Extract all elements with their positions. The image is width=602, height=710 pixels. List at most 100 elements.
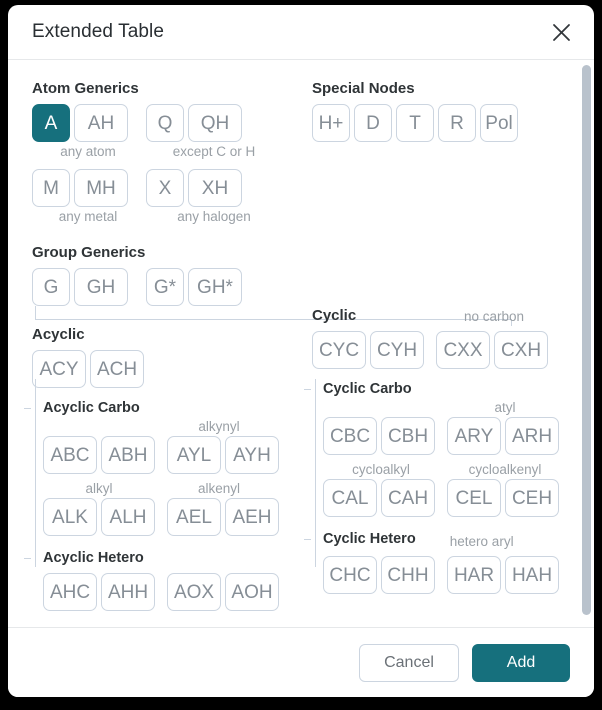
atom-generics-row-2: M MH X XH	[32, 169, 312, 207]
chip-CXX[interactable]: CXX	[436, 331, 490, 369]
chip-HAH[interactable]: HAH	[505, 556, 559, 594]
atom-generics-row-1-captions: any atom except C or H	[32, 142, 312, 161]
caption-cycloalkyl: cycloalkyl	[352, 462, 410, 477]
caption-alkyl: alkyl	[85, 481, 113, 496]
chip-CYC[interactable]: CYC	[312, 331, 366, 369]
chip-H-plus[interactable]: H+	[312, 104, 350, 142]
cyclic-carbo-row-2: CAL CAH CEL CEH	[323, 479, 570, 517]
caption-alkenyl: alkenyl	[197, 481, 241, 496]
atom-generics-row-1: A AH Q QH	[32, 104, 312, 142]
chip-CBC[interactable]: CBC	[323, 417, 377, 455]
chip-ACH[interactable]: ACH	[90, 350, 144, 388]
chip-ALK[interactable]: ALK	[43, 498, 97, 536]
chip-AHH[interactable]: AHH	[101, 573, 155, 611]
close-icon	[552, 23, 571, 42]
scrollbar-track[interactable]	[582, 63, 591, 624]
acyclic-carbo-row-2: ALK ALH AEL AEH	[43, 498, 312, 536]
section-acyclic: Acyclic ACY ACH Acyclic Carbo alkynyl AB…	[24, 326, 312, 611]
chip-Pol[interactable]: Pol	[480, 104, 518, 142]
chip-CEH[interactable]: CEH	[505, 479, 559, 517]
chip-CAH[interactable]: CAH	[381, 479, 435, 517]
acyclic-title: Acyclic	[32, 326, 85, 343]
caption-alkynyl: alkynyl	[198, 419, 240, 434]
chip-GH[interactable]: GH	[74, 268, 128, 306]
chip-AEH[interactable]: AEH	[225, 498, 279, 536]
tree-branch-acyclic-carbo	[24, 408, 31, 409]
atom-generics-row-2-captions: any metal any halogen	[32, 207, 312, 226]
caption-hetero-aryl: hetero aryl	[449, 534, 514, 549]
chip-AYL[interactable]: AYL	[167, 436, 221, 474]
chip-MH[interactable]: MH	[74, 169, 128, 207]
chip-XH[interactable]: XH	[188, 169, 242, 207]
close-button[interactable]	[546, 17, 576, 47]
group-generics-title: Group Generics	[32, 244, 146, 261]
chip-M[interactable]: M	[32, 169, 70, 207]
dialog-header: Extended Table	[8, 5, 594, 60]
chip-G[interactable]: G	[32, 268, 70, 306]
scrollbar-thumb[interactable]	[582, 65, 591, 615]
chip-R[interactable]: R	[438, 104, 476, 142]
chip-G-star[interactable]: G*	[146, 268, 184, 306]
subsection-acyclic-carbo: Acyclic Carbo alkynyl ABC ABH AYL AYH al…	[24, 398, 312, 536]
chip-GH-star[interactable]: GH*	[188, 268, 242, 306]
chip-ACY[interactable]: ACY	[32, 350, 86, 388]
chip-QH[interactable]: QH	[188, 104, 242, 142]
chip-CBH[interactable]: CBH	[381, 417, 435, 455]
caption-atyl: atyl	[494, 400, 516, 415]
chip-A[interactable]: A	[32, 104, 70, 142]
section-group-generics: Group Generics G GH G* GH*	[32, 244, 570, 306]
chip-ABH[interactable]: ABH	[101, 436, 155, 474]
chip-X[interactable]: X	[146, 169, 184, 207]
section-cyclic: no carbon Cyclic CYC CYH CXX CXH Cyclic …	[304, 307, 570, 611]
chip-AH[interactable]: AH	[74, 104, 128, 142]
group-generics-row: G GH G* GH*	[32, 268, 570, 306]
cyclic-carbo-row-1: CBC CBH ARY ARH	[323, 417, 570, 455]
chip-AYH[interactable]: AYH	[225, 436, 279, 474]
cyclic-hetero-title: Cyclic Hetero	[323, 531, 416, 547]
chip-AEL[interactable]: AEL	[167, 498, 221, 536]
special-nodes-title: Special Nodes	[312, 80, 415, 97]
chip-AOH[interactable]: AOH	[225, 573, 279, 611]
caption-spacer-3	[323, 399, 439, 417]
chip-CHH[interactable]: CHH	[381, 556, 435, 594]
chip-ARH[interactable]: ARH	[505, 417, 559, 455]
tree-vline-root	[35, 306, 36, 320]
chip-CXH[interactable]: CXH	[494, 331, 548, 369]
chip-T[interactable]: T	[396, 104, 434, 142]
chip-HAR[interactable]: HAR	[447, 556, 501, 594]
caption-any-metal: any metal	[58, 209, 118, 224]
tree-branch-cyclic-hetero	[304, 539, 311, 540]
tree-branch-cyclic-carbo	[304, 389, 311, 390]
chip-CYH[interactable]: CYH	[370, 331, 424, 369]
section-special-nodes: Special Nodes H+ D T R Pol	[312, 80, 570, 226]
chip-ABC[interactable]: ABC	[43, 436, 97, 474]
acyclic-hetero-row-1: AHC AHH AOX AOH	[43, 573, 312, 611]
tree-branch-acyclic-hetero	[24, 558, 31, 559]
top-sections: Atom Generics A AH Q QH any atom except …	[32, 80, 570, 226]
dialog-content: Atom Generics A AH Q QH any atom except …	[8, 60, 594, 621]
atom-generics-title: Atom Generics	[32, 80, 139, 97]
cyclic-carbo-title: Cyclic Carbo	[323, 381, 412, 397]
subsection-acyclic-hetero: Acyclic Hetero AHC AHH AOX AOH	[24, 548, 312, 611]
chip-Q[interactable]: Q	[146, 104, 184, 142]
cancel-button[interactable]: Cancel	[359, 643, 459, 682]
acyclic-carbo-row-1: ABC ABH AYL AYH	[43, 436, 312, 474]
acyclic-carbo-row-1-captions: alkynyl	[43, 418, 312, 436]
chip-CEL[interactable]: CEL	[447, 479, 501, 517]
chip-AHC[interactable]: AHC	[43, 573, 97, 611]
acyclic-row: ACY ACH	[32, 350, 312, 388]
chip-CAL[interactable]: CAL	[323, 479, 377, 517]
cyclic-hetero-row-1: CHC CHH HAR HAH	[323, 556, 570, 594]
cyclic-row: CYC CYH CXX CXH	[312, 331, 570, 369]
extended-table-dialog: Extended Table Atom Generics A AH Q QH a…	[8, 5, 594, 697]
chip-ARY[interactable]: ARY	[447, 417, 501, 455]
add-button[interactable]: Add	[472, 643, 570, 682]
chip-ALH[interactable]: ALH	[101, 498, 155, 536]
caption-spacer-1	[43, 418, 155, 436]
chip-AOX[interactable]: AOX	[167, 573, 221, 611]
chip-D[interactable]: D	[354, 104, 392, 142]
dialog-footer: Cancel Add	[8, 627, 594, 697]
chip-CHC[interactable]: CHC	[323, 556, 377, 594]
section-atom-generics: Atom Generics A AH Q QH any atom except …	[32, 80, 312, 226]
caption-cycloalkenyl: cycloalkenyl	[468, 462, 542, 477]
